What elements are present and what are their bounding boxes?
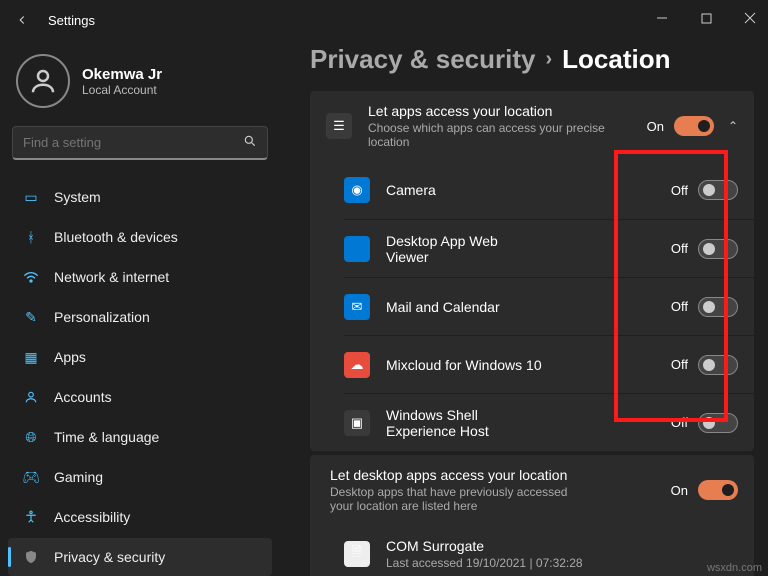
app-toggle-mail[interactable]	[698, 297, 738, 317]
search-input[interactable]	[23, 135, 243, 150]
toggle-state: Off	[671, 415, 688, 430]
row-title: Let desktop apps access your location	[330, 467, 590, 483]
profile-name: Okemwa Jr	[82, 66, 162, 83]
desktop-apps-location-row[interactable]: Let desktop apps access your location De…	[310, 455, 754, 525]
app-toggle-desktop-web-viewer[interactable]	[698, 239, 738, 259]
sidebar-item-bluetooth[interactable]: ᚼ Bluetooth & devices	[8, 218, 272, 256]
app-row-shell-host: ▣ Windows Shell Experience Host Off	[344, 393, 754, 451]
bluetooth-icon: ᚼ	[22, 228, 40, 246]
toggle-state: Off	[671, 183, 688, 198]
maximize-button[interactable]	[694, 6, 718, 30]
apps-location-header[interactable]: ☰ Let apps access your location Choose w…	[310, 91, 754, 161]
shield-icon	[22, 548, 40, 566]
breadcrumb-parent[interactable]: Privacy & security	[310, 44, 535, 75]
shell-icon: ▣	[344, 410, 370, 436]
app-name: Camera	[386, 182, 671, 198]
sidebar-item-accounts[interactable]: Accounts	[8, 378, 272, 416]
desktop-apps-location-toggle[interactable]	[698, 480, 738, 500]
sidebar-item-label: Bluetooth & devices	[54, 229, 178, 245]
window-title: Settings	[48, 13, 95, 28]
app-name: COM Surrogate	[386, 538, 738, 554]
app-name: Desktop App Web Viewer	[386, 233, 536, 265]
sidebar-item-label: Personalization	[54, 309, 150, 325]
sidebar-item-system[interactable]: ▭ System	[8, 178, 272, 216]
app-row-camera: ◉ Camera Off	[344, 161, 754, 219]
avatar	[16, 54, 70, 108]
toggle-state: Off	[671, 357, 688, 372]
apps-icon: ▦	[22, 348, 40, 366]
accessibility-icon	[22, 508, 40, 526]
desktop-app-row: 🗎 COM Surrogate Last accessed 19/10/2021…	[344, 525, 754, 576]
chevron-up-icon[interactable]: ⌃	[728, 119, 738, 133]
minimize-button[interactable]	[650, 6, 674, 30]
sidebar-item-time[interactable]: 🌐︎ Time & language	[8, 418, 272, 456]
app-name: Mixcloud for Windows 10	[386, 357, 546, 373]
row-subtitle: Choose which apps can access your precis…	[368, 121, 608, 149]
watermark: wsxdn.com	[707, 562, 762, 574]
breadcrumb-current: Location	[562, 44, 670, 75]
app-name: Mail and Calendar	[386, 299, 671, 315]
toggle-state: Off	[671, 241, 688, 256]
sidebar-item-label: Accounts	[54, 389, 112, 405]
sidebar-item-label: System	[54, 189, 101, 205]
sidebar-item-gaming[interactable]: 🎮︎ Gaming	[8, 458, 272, 496]
sidebar-item-accessibility[interactable]: Accessibility	[8, 498, 272, 536]
toggle-state: On	[671, 483, 688, 498]
sidebar-item-personalization[interactable]: ✎ Personalization	[8, 298, 272, 336]
app-toggle-shell-host[interactable]	[698, 413, 738, 433]
toggle-state: On	[647, 119, 664, 134]
app-icon	[344, 236, 370, 262]
app-row-mixcloud: ☁ Mixcloud for Windows 10 Off	[344, 335, 754, 393]
chevron-right-icon: ›	[545, 48, 552, 71]
app-toggle-mixcloud[interactable]	[698, 355, 738, 375]
apps-location-toggle[interactable]	[674, 116, 714, 136]
app-row-mail: ✉ Mail and Calendar Off	[344, 277, 754, 335]
person-icon	[22, 388, 40, 406]
sidebar-item-label: Network & internet	[54, 269, 169, 285]
gamepad-icon: 🎮︎	[22, 468, 40, 486]
system-icon: ▭	[22, 188, 40, 206]
globe-icon: 🌐︎	[22, 428, 40, 446]
mail-icon: ✉	[344, 294, 370, 320]
toggle-state: Off	[671, 299, 688, 314]
sidebar-item-label: Privacy & security	[54, 549, 165, 565]
profile-block[interactable]: Okemwa Jr Local Account	[8, 50, 272, 126]
file-icon: 🗎	[344, 541, 370, 567]
app-row-desktop-web-viewer: Desktop App Web Viewer Off	[344, 219, 754, 277]
app-name: Windows Shell Experience Host	[386, 407, 546, 439]
wifi-icon	[22, 268, 40, 286]
breadcrumb: Privacy & security › Location	[310, 44, 754, 75]
sidebar-item-label: Apps	[54, 349, 86, 365]
profile-subtitle: Local Account	[82, 83, 162, 97]
row-title: Let apps access your location	[368, 103, 647, 119]
search-icon	[243, 134, 257, 151]
brush-icon: ✎	[22, 308, 40, 326]
back-button[interactable]	[10, 8, 34, 32]
sidebar-item-label: Accessibility	[54, 509, 130, 525]
camera-icon: ◉	[344, 177, 370, 203]
row-subtitle: Desktop apps that have previously access…	[330, 485, 570, 513]
app-sub: Last accessed 19/10/2021 | 07:32:28	[386, 556, 626, 570]
search-input-container[interactable]	[12, 126, 268, 160]
app-toggle-camera[interactable]	[698, 180, 738, 200]
sidebar-item-network[interactable]: Network & internet	[8, 258, 272, 296]
list-icon: ☰	[326, 113, 352, 139]
close-button[interactable]	[738, 6, 762, 30]
mixcloud-icon: ☁	[344, 352, 370, 378]
sidebar-item-label: Time & language	[54, 429, 159, 445]
sidebar-item-privacy[interactable]: Privacy & security	[8, 538, 272, 576]
sidebar-item-label: Gaming	[54, 469, 103, 485]
sidebar-item-apps[interactable]: ▦ Apps	[8, 338, 272, 376]
